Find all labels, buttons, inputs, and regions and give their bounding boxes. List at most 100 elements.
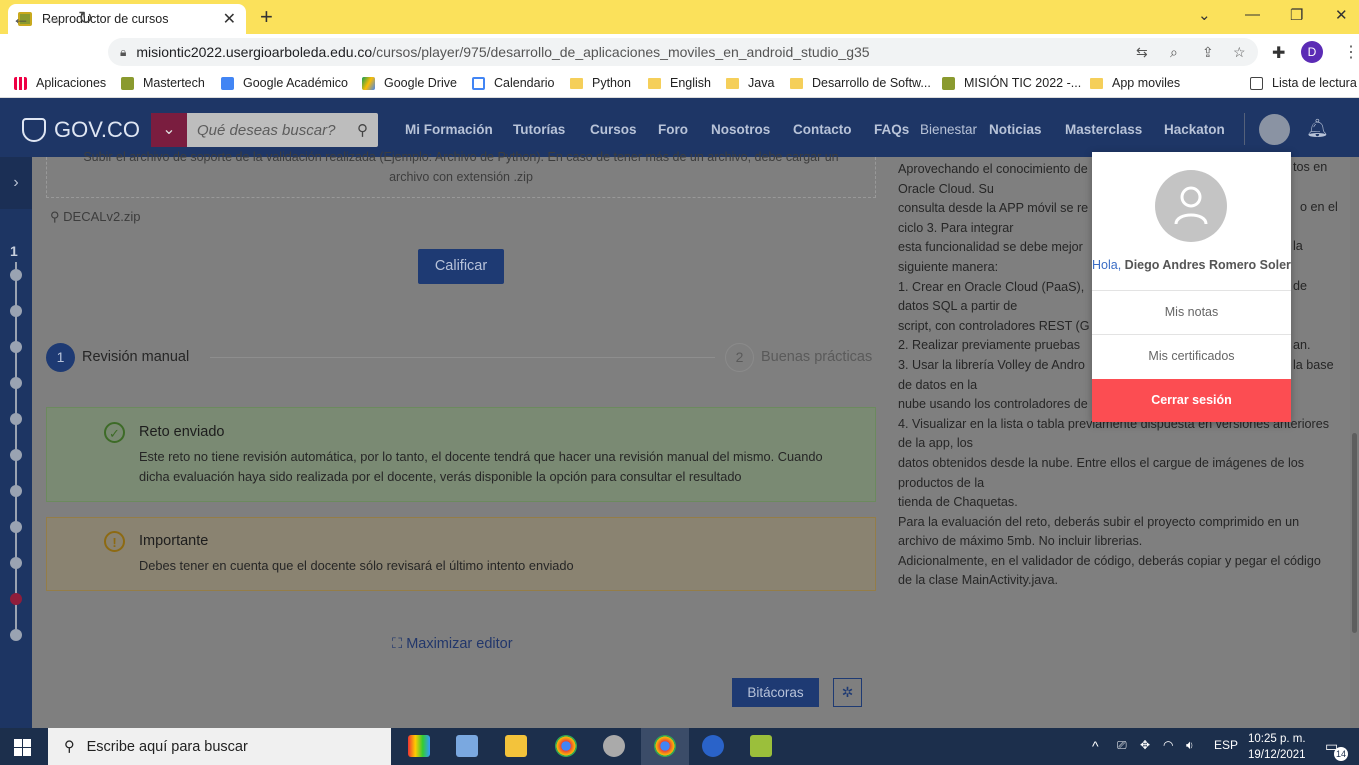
tray-expand-icon[interactable]: ^ — [1092, 738, 1099, 754]
mis-certificados-link[interactable]: Mis certificados — [1092, 349, 1291, 363]
bookmark-google-scholar[interactable]: Google Académico — [221, 76, 348, 90]
site-search[interactable]: ⌄ Qué deseas buscar? ⚲ — [151, 113, 378, 147]
menu-faqs[interactable]: FAQs — [874, 122, 909, 137]
browser-menu-icon[interactable]: ⋮ — [1343, 42, 1359, 62]
sidebar-step[interactable] — [10, 269, 22, 281]
govco-logo[interactable]: GOV.CO — [22, 117, 140, 143]
sidebar-step[interactable] — [10, 449, 22, 461]
disc-app-icon[interactable] — [603, 735, 625, 757]
step-1-indicator[interactable]: 1 — [46, 343, 75, 372]
menu-foro[interactable]: Foro — [658, 122, 688, 137]
browser-tab[interactable]: Reproductor de cursos ✕ — [8, 4, 246, 34]
spreadsheet-app-icon[interactable] — [750, 735, 772, 757]
menu-tutorias[interactable]: Tutorías — [513, 122, 565, 137]
chrome-profile-icon[interactable] — [654, 735, 676, 757]
windows-start-icon[interactable] — [14, 739, 31, 756]
address-bar[interactable]: 🔒︎ misiontic2022.usergioarboleda.edu.co/… — [108, 38, 1258, 66]
share-icon[interactable]: ⇪ — [1202, 44, 1214, 61]
reading-list-icon — [1250, 76, 1263, 90]
language-indicator[interactable]: ESP — [1214, 738, 1238, 752]
bookmark-mision-tic[interactable]: MISIÓN TIC 2022 -... — [942, 76, 1081, 90]
sidebar-step[interactable] — [10, 521, 22, 533]
logout-button[interactable]: Cerrar sesión — [1092, 379, 1291, 422]
maximize-editor-link[interactable]: ⛶ Maximizar editor — [392, 636, 513, 652]
paperclip-icon: ⚲ — [50, 209, 64, 224]
taskbar-clock[interactable]: 10:25 p. m. 19/12/2021 — [1248, 731, 1306, 763]
upload-dropzone[interactable]: Subir el archivo de soporte de la valida… — [46, 150, 876, 198]
alert-sent-text-1: Este reto no tiene revisión automática, … — [139, 449, 823, 464]
bookmark-python[interactable]: Python — [570, 76, 631, 90]
step-2-indicator[interactable]: 2 — [725, 343, 754, 372]
sidebar-step[interactable] — [10, 485, 22, 497]
bookmark-google-drive[interactable]: Google Drive — [362, 76, 457, 90]
extensions-icon[interactable]: ✚ — [1272, 43, 1285, 63]
menu-noticias[interactable]: Noticias — [989, 122, 1042, 137]
sidebar-step[interactable] — [10, 413, 22, 425]
bookmark-apps[interactable]: Aplicaciones — [14, 76, 106, 90]
drive-icon — [362, 76, 375, 90]
app-icon[interactable] — [702, 735, 724, 757]
page-scrollbar-thumb[interactable] — [1352, 433, 1357, 633]
bookmark-english[interactable]: English — [648, 76, 711, 90]
file-explorer-icon[interactable] — [505, 735, 527, 757]
bookmark-desarrollo[interactable]: Desarrollo de Softw... — [790, 76, 931, 90]
menu-masterclass[interactable]: Masterclass — [1065, 122, 1142, 137]
bookmark-mastertech[interactable]: Mastertech — [121, 76, 205, 90]
bookmark-calendar[interactable]: Calendario — [472, 76, 554, 90]
restore-icon[interactable]: ❐ — [1290, 6, 1303, 24]
sidebar-step[interactable] — [10, 341, 22, 353]
chrome-icon[interactable] — [555, 735, 577, 757]
bug-icon[interactable]: ✲ — [833, 678, 862, 707]
desc-fragment: la — [1293, 239, 1303, 253]
chevron-down-icon[interactable]: ⌄ — [151, 113, 187, 147]
calendar-icon — [472, 76, 485, 90]
volume-icon[interactable]: 🔉︎ — [1186, 738, 1194, 753]
new-tab-button[interactable]: + — [260, 4, 273, 30]
sidebar-step[interactable] — [10, 557, 22, 569]
taskbar-search[interactable]: ⚲ Escribe aquí para buscar — [48, 728, 391, 765]
step-2-label[interactable]: Buenas prácticas — [761, 349, 872, 365]
translate-icon[interactable]: ⇆ — [1136, 44, 1148, 61]
bookmark-star-icon[interactable]: ☆ — [1233, 44, 1246, 61]
sidebar-expand-icon[interactable]: › — [0, 157, 32, 209]
network-app-icon[interactable] — [456, 735, 478, 757]
step-1-label[interactable]: Revisión manual — [82, 349, 189, 365]
tab-close-icon[interactable]: ✕ — [223, 9, 236, 29]
zoom-icon[interactable]: ⌕ — [1170, 44, 1178, 61]
search-icon[interactable]: ⚲ — [357, 121, 368, 139]
tab-search-chevron-icon[interactable]: ⌄ — [1198, 6, 1211, 24]
forward-arrow-icon[interactable]: → — [45, 8, 63, 29]
bookmark-java[interactable]: Java — [726, 76, 774, 90]
menu-mi-formacion[interactable]: Mi Formación — [405, 122, 493, 137]
calificar-button[interactable]: Calificar — [418, 249, 504, 284]
menu-hackaton[interactable]: Hackaton — [1164, 122, 1225, 137]
bookmark-app-moviles[interactable]: App moviles — [1090, 76, 1180, 90]
bitacoras-button[interactable]: Bitácoras — [732, 678, 819, 707]
audio-app-icon[interactable] — [408, 735, 430, 757]
sidebar-step[interactable] — [10, 629, 22, 641]
menu-nosotros[interactable]: Nosotros — [711, 122, 770, 137]
sidebar-step-current[interactable] — [10, 593, 22, 605]
menu-contacto[interactable]: Contacto — [793, 122, 852, 137]
sidebar-step[interactable] — [10, 305, 22, 317]
minimize-icon[interactable]: — — [1245, 6, 1260, 23]
dropbox-icon[interactable]: ✥ — [1140, 738, 1150, 752]
search-input[interactable]: Qué deseas buscar? — [187, 122, 357, 139]
tray-device-icon[interactable]: ⎚ — [1117, 738, 1127, 753]
mis-notas-link[interactable]: Mis notas — [1092, 305, 1291, 319]
reload-icon[interactable]: ↻ — [78, 8, 93, 29]
user-avatar-button[interactable] — [1259, 114, 1290, 145]
user-greeting: Hola, Diego Andres Romero Soler — [1092, 258, 1291, 272]
menu-cursos[interactable]: Cursos — [590, 122, 637, 137]
menu-bienestar[interactable]: Bienestar — [920, 122, 977, 137]
shield-favicon-icon — [121, 76, 134, 90]
reading-list[interactable]: Lista de lectura — [1250, 76, 1357, 90]
window-close-icon[interactable]: ✕ — [1335, 6, 1348, 24]
uploaded-file[interactable]: ⚲ DECALv2.zip — [50, 209, 140, 225]
sidebar-step[interactable] — [10, 377, 22, 389]
wifi-icon[interactable]: ◠ — [1163, 738, 1173, 752]
back-arrow-icon[interactable]: ← — [12, 8, 30, 29]
bell-icon[interactable]: 🔔︎ — [1306, 118, 1329, 139]
desc-fragment: de — [1293, 279, 1308, 293]
profile-avatar[interactable]: D — [1301, 41, 1323, 63]
